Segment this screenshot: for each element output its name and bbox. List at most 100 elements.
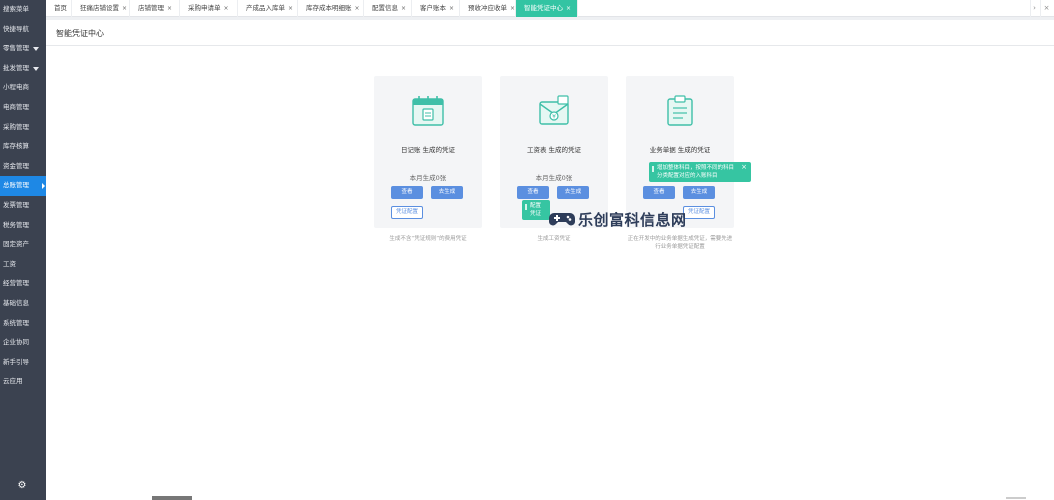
- sidebar-item-label: 总账管理: [3, 181, 29, 190]
- sidebar-item-mini-shop[interactable]: 小程电商: [0, 78, 46, 98]
- tab-scroll-right-icon[interactable]: ›: [1030, 0, 1038, 17]
- watermark-text: 乐创富科信息网: [578, 211, 687, 229]
- sidebar-item-label: 基础信息: [3, 298, 29, 307]
- voucher-card-journal: 日记账 生成的凭证 本月生成0张 查看 去生成 凭证配置: [374, 76, 482, 228]
- generate-button[interactable]: 去生成: [683, 186, 715, 199]
- gamepad-icon: [549, 213, 575, 226]
- tab-label: 狂痛店铺设置: [80, 4, 119, 12]
- tab-smart-voucher[interactable]: 智能凭证中心 ×: [516, 0, 578, 17]
- sidebar-item-quick-nav[interactable]: 快捷导航: [0, 20, 46, 40]
- tab-label: 配置信息: [372, 4, 398, 12]
- close-icon[interactable]: ×: [566, 5, 571, 12]
- tab-label: 智能凭证中心: [524, 4, 563, 12]
- tab-customer-ledger[interactable]: 客户账本 ×: [412, 0, 460, 17]
- generate-button[interactable]: 去生成: [431, 186, 463, 199]
- sidebar-item-label: 批发管理: [3, 63, 29, 72]
- sidebar-item-general-ledger[interactable]: 总账管理: [0, 176, 46, 196]
- view-button[interactable]: 查看: [643, 186, 675, 199]
- scrollbar-thumb[interactable]: [152, 496, 192, 500]
- close-icon[interactable]: ×: [510, 5, 515, 12]
- sidebar-item-label: 经营管理: [3, 279, 29, 288]
- card-title: 业务单据 生成的凭证: [649, 146, 711, 154]
- voucher-config-button[interactable]: 凭证配置: [391, 206, 423, 219]
- card-note: 正在开发中的业务单据生成凭证，需要先进行业务单据凭证配置: [627, 236, 733, 250]
- main-content: 智能凭证中心 日记账 生成的凭证 本月生成0张 查看 去生成 凭证配置 生成不含…: [46, 20, 1054, 496]
- close-icon[interactable]: ×: [122, 5, 127, 12]
- close-icon[interactable]: ×: [224, 5, 229, 12]
- sidebar-item-tax[interactable]: 税务管理: [0, 216, 46, 236]
- sidebar-item-cloud-apps[interactable]: 云应用: [0, 372, 46, 392]
- tab-shop-manage[interactable]: 店铺管理 ×: [130, 0, 180, 17]
- payroll-envelope-icon: ¥: [539, 95, 569, 125]
- close-icon[interactable]: ×: [401, 5, 406, 12]
- sidebar: 搜索菜单 快捷导航 零售管理 批发管理 小程电商 电商管理 采购管理 库存核算 …: [0, 0, 46, 500]
- close-all-tabs-icon[interactable]: ×: [1040, 0, 1052, 17]
- sidebar-item-label: 工资: [3, 259, 16, 268]
- tab-shop-settings[interactable]: 狂痛店铺设置 ×: [72, 0, 130, 17]
- journal-icon: [412, 96, 444, 126]
- tab-config-info[interactable]: 配置信息 ×: [364, 0, 412, 17]
- tab-label: 店铺管理: [138, 4, 164, 12]
- sidebar-item-fixed-assets[interactable]: 固定资产: [0, 235, 46, 255]
- watermark: 乐创富科信息网: [548, 205, 698, 233]
- sidebar-item-invoice[interactable]: 发票管理: [0, 196, 46, 216]
- arrow-right-icon: [42, 183, 45, 190]
- sidebar-item-collaboration[interactable]: 企业协同: [0, 333, 46, 353]
- svg-text:¥: ¥: [552, 114, 556, 121]
- tab-label: 库存成本明细账: [306, 4, 352, 12]
- account-mapping-tip: 增加整体科目，按照不同的科目分类配置对应的入账科目 ×: [649, 162, 751, 182]
- caret-down-icon: [33, 47, 39, 52]
- bottom-scrollbar[interactable]: [46, 496, 1054, 500]
- close-icon[interactable]: ×: [288, 5, 293, 12]
- view-button[interactable]: 查看: [517, 186, 549, 199]
- caret-down-icon: [33, 66, 39, 71]
- sidebar-item-basic-info[interactable]: 基础信息: [0, 294, 46, 314]
- generate-button[interactable]: 去生成: [557, 186, 589, 199]
- gear-icon[interactable]: ⚙: [16, 480, 28, 492]
- sidebar-item-retail[interactable]: 零售管理: [0, 39, 46, 59]
- sidebar-item-label: 快捷导航: [3, 24, 29, 33]
- close-icon[interactable]: ×: [449, 5, 454, 12]
- sidebar-item-inventory[interactable]: 库存核算: [0, 137, 46, 157]
- tab-label: 客户账本: [420, 4, 446, 12]
- card-title: 日记账 生成的凭证: [400, 146, 456, 154]
- divider: [46, 45, 1054, 46]
- sidebar-item-funds[interactable]: 资金管理: [0, 157, 46, 177]
- sidebar-item-label: 电商管理: [3, 102, 29, 111]
- sidebar-item-label: 库存核算: [3, 142, 29, 151]
- tab-advance-receipt[interactable]: 预收冲应收单 ×: [460, 0, 516, 17]
- sidebar-item-wholesale[interactable]: 批发管理: [0, 59, 46, 79]
- voucher-config-tip: 配置 凭证: [522, 200, 550, 220]
- sidebar-item-ecommerce[interactable]: 电商管理: [0, 98, 46, 118]
- sidebar-item-operations[interactable]: 经营管理: [0, 274, 46, 294]
- tab-inventory-cost[interactable]: 库存成本明细账 ×: [298, 0, 364, 17]
- card-count: 本月生成0张: [409, 174, 447, 182]
- page-title: 智能凭证中心: [56, 29, 104, 38]
- sidebar-item-beginner-guide[interactable]: 新手引导: [0, 353, 46, 373]
- sidebar-item-search-menu[interactable]: 搜索菜单: [0, 0, 46, 20]
- card-note: 生成不含“凭证规则”的费用凭证: [389, 236, 467, 242]
- tab-label: 采购申请单: [188, 4, 221, 12]
- card-title: 工资表 生成的凭证: [526, 146, 582, 154]
- sidebar-item-label: 搜索菜单: [3, 5, 29, 13]
- view-button[interactable]: 查看: [391, 186, 423, 199]
- close-icon[interactable]: ×: [167, 5, 172, 12]
- sidebar-item-purchase[interactable]: 采购管理: [0, 118, 46, 138]
- sidebar-item-label: 零售管理: [3, 44, 29, 53]
- card-note: 生成工资凭证: [537, 236, 571, 242]
- tab-home[interactable]: 首页: [46, 0, 72, 17]
- close-icon[interactable]: ×: [355, 5, 360, 12]
- tab-purchase-request[interactable]: 采购申请单 ×: [180, 0, 238, 17]
- sidebar-item-label: 资金管理: [3, 161, 29, 170]
- tip-text: 增加整体科目，按照不同的科目分类配置对应的入账科目: [657, 165, 735, 179]
- sidebar-item-salary[interactable]: 工资: [0, 255, 46, 275]
- tab-label: 产成品入库单: [246, 4, 285, 12]
- tab-product-inbound[interactable]: 产成品入库单 ×: [238, 0, 298, 17]
- tab-label: 首页: [54, 4, 67, 12]
- sidebar-item-label: 发票管理: [3, 200, 29, 209]
- sidebar-item-system[interactable]: 系统管理: [0, 314, 46, 334]
- card-count: 本月生成0张: [535, 174, 573, 182]
- clipboard-icon: [667, 95, 693, 126]
- sidebar-item-label: 云应用: [3, 377, 23, 386]
- close-icon[interactable]: ×: [741, 163, 747, 171]
